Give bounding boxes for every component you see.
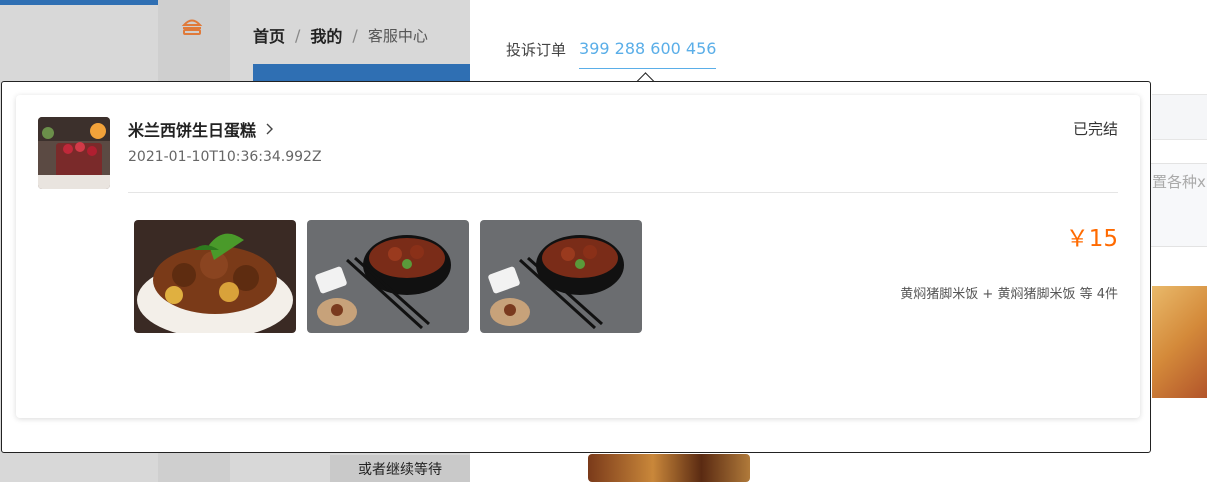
wait-button[interactable]: 或者继续等待	[330, 455, 470, 482]
food-image-braised-pork[interactable]	[134, 220, 296, 333]
burger-icon[interactable]	[181, 16, 203, 36]
shop-name: 米兰西饼生日蛋糕	[128, 121, 257, 140]
breadcrumb-mine[interactable]: 我的	[310, 23, 342, 47]
divider	[128, 192, 1118, 193]
complaint-order-label: 投诉订单	[506, 40, 567, 59]
shop-link[interactable]: 米兰西饼生日蛋糕	[128, 117, 278, 141]
order-number-link[interactable]: 399 288 600 456	[579, 39, 717, 69]
food-photo	[1152, 286, 1207, 398]
order-popover: 米兰西饼生日蛋糕 2021-01-10T10:36:34.992Z 已完结 ￥1…	[1, 81, 1151, 453]
order-time: 2021-01-10T10:36:34.992Z	[128, 149, 322, 165]
chevron-right-icon	[266, 123, 274, 135]
food-image-pork-trotter[interactable]	[480, 220, 642, 333]
shop-thumbnail[interactable]	[38, 117, 110, 189]
breadcrumb: 首页 / 我的 / 客服中心	[253, 23, 428, 47]
food-photo	[588, 454, 750, 482]
order-price: ￥15	[1065, 226, 1118, 252]
food-image-pork-trotter[interactable]	[307, 220, 469, 333]
breadcrumb-separator: /	[352, 25, 358, 45]
breadcrumb-separator: /	[295, 25, 301, 45]
breadcrumb-service-center: 客服中心	[367, 26, 428, 45]
items-summary: 黄焖猪脚米饭 + 黄焖猪脚米饭 等 4件	[900, 287, 1118, 302]
info-panel	[1152, 94, 1207, 140]
order-card: 米兰西饼生日蛋糕 2021-01-10T10:36:34.992Z 已完结 ￥1…	[16, 95, 1140, 418]
breadcrumb-home[interactable]: 首页	[253, 23, 285, 47]
complaint-textarea-placeholder: 置各种x	[1152, 173, 1206, 191]
complaint-order-tab: 投诉订单 399 288 600 456	[506, 34, 717, 69]
order-status: 已完结	[1072, 120, 1118, 138]
